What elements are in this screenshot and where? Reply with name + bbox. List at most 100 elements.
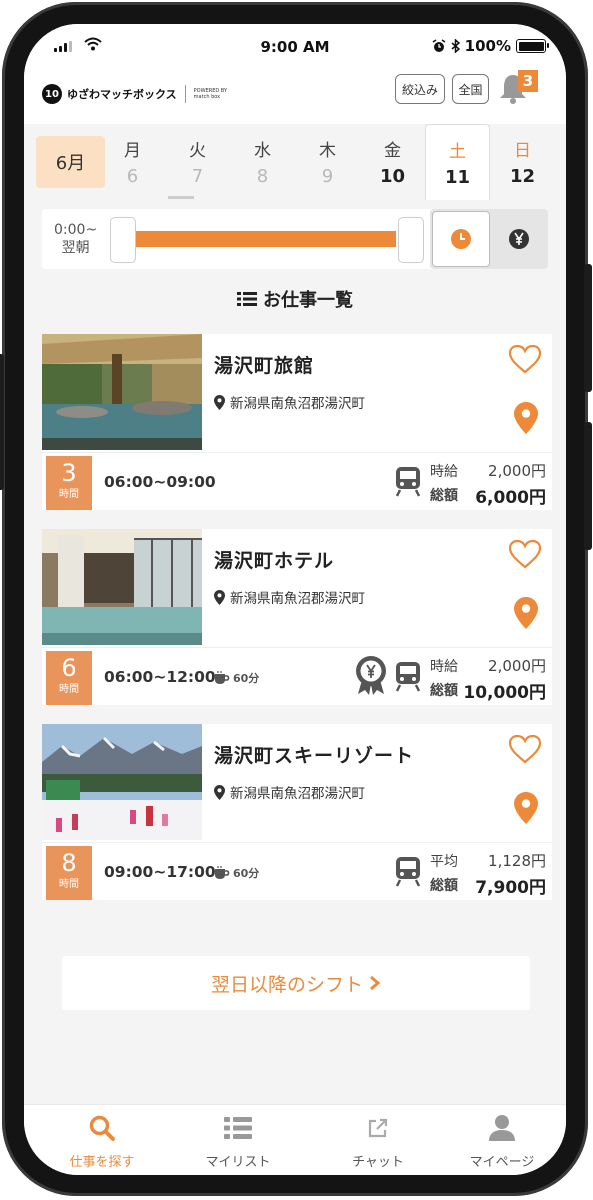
app-logo[interactable]: 10 ゆざわマッチボックス POWERED BY match box [42,84,232,104]
train-icon [395,467,421,497]
day-weekday: 木 [319,141,336,161]
job-address: 新潟県南魚沼郡湯沢町 [214,587,365,607]
sort-by-pay-button[interactable] [492,211,546,267]
pay-info: 時給 2,000円 総額 6,000円 [430,459,546,508]
job-address-text: 新潟県南魚沼郡湯沢町 [230,396,365,412]
favorite-heart-icon[interactable] [508,539,542,569]
job-card[interactable]: 湯沢町ホテル 新潟県南魚沼郡湯沢町 6 時間 06:00~12:00 60分 時… [42,529,552,705]
hours-unit: 時間 [59,879,79,890]
sort-by-time-button[interactable] [432,211,490,267]
favorite-heart-icon[interactable] [508,734,542,764]
hours-number: 3 [61,459,77,487]
time-label-start: 0:00~ [54,222,98,238]
rate-value: 2,000円 [488,462,546,480]
time-label-end: 翌朝 [61,240,90,256]
external-link-icon [368,1118,388,1138]
map-pin-icon[interactable] [514,597,538,629]
pay-info: 時給 2,000円 総額 10,000円 [430,654,546,703]
day-thu[interactable]: 木 9 [295,124,360,200]
day-tue[interactable]: 火 7 [165,124,230,200]
day-wed[interactable]: 水 8 [230,124,295,200]
phone-frame: 9:00 AM 100% 10 ゆざわマッチボックス POWERED BY ma… [0,2,592,1196]
rate-value: 2,000円 [488,657,546,675]
day-mon[interactable]: 月 6 [100,124,165,200]
day-number: 9 [321,166,334,187]
day-weekday: 日 [514,141,531,161]
filter-button[interactable]: 絞込み [395,74,445,104]
job-address-text: 新潟県南魚沼郡湯沢町 [230,591,365,607]
user-icon [489,1115,515,1141]
tab-label: 仕事を探す [69,1155,135,1170]
map-pin-icon[interactable] [514,402,538,434]
logo-mark: 10 [42,84,62,104]
pay-info: 平均 1,128円 総額 7,900円 [430,849,546,898]
shift-time: 09:00~17:00 [104,863,216,881]
total-value: 10,000円 [463,683,546,703]
job-card[interactable]: 湯沢町スキーリゾート 新潟県南魚沼郡湯沢町 8 時間 09:00~17:00 6… [42,724,552,900]
job-details-row: 3 時間 06:00~09:00 時給 2,000円 総額 6,000円 [42,452,552,510]
map-pin-icon[interactable] [514,792,538,824]
bluetooth-icon [451,39,460,53]
tab-search-jobs[interactable]: 仕事を探す [42,1113,162,1170]
time-slider-track[interactable] [136,231,396,247]
status-bar: 9:00 AM 100% [24,24,566,70]
train-icon [395,857,421,887]
day-weekday: 火 [189,141,206,161]
shift-time: 06:00~12:00 [104,668,216,686]
day-number: 11 [444,167,471,188]
time-slider-min-handle[interactable] [110,217,136,263]
day-weekday: 金 [384,141,401,161]
logo-powered-by: POWERED BY match box [193,88,228,100]
location-pin-icon [214,589,225,605]
volume-up-button [584,264,592,392]
break-time: 60分 [214,865,259,881]
tab-my-list[interactable]: マイリスト [178,1113,298,1170]
side-button-left [0,354,4,490]
favorite-heart-icon[interactable] [508,344,542,374]
location-pin-icon [214,784,225,800]
job-card[interactable]: 湯沢町旅館 新潟県南魚沼郡湯沢町 3 時間 06:00~09:00 時給 2,0… [42,334,552,510]
job-photo-onsen [42,334,202,450]
hours-badge: 8 時間 [46,846,92,900]
tab-label: マイリスト [205,1155,271,1170]
day-fri[interactable]: 金 10 [360,124,425,200]
total-label: 総額 [430,488,458,504]
yen-icon [509,229,529,249]
coffee-cup-icon [215,671,230,684]
tab-chat[interactable]: チャット [318,1113,438,1170]
day-weekday: 月 [124,141,141,161]
rate-label: 時給 [430,464,458,480]
job-details-row: 6 時間 06:00~12:00 60分 時給 2,000円 総額 10,000… [42,647,552,705]
scroll-indicator [168,196,194,199]
job-title: 湯沢町ホテル [214,550,335,572]
app-header: 10 ゆざわマッチボックス POWERED BY match box 絞込み 全… [24,70,566,124]
hours-number: 8 [61,849,77,877]
clock-icon [451,229,471,249]
notification-badge: 3 [518,70,538,92]
job-title: 湯沢町旅館 [214,355,315,377]
job-photo-hotel-bath [42,529,202,645]
hours-badge: 3 時間 [46,456,92,510]
battery-percent: 100% [464,37,511,55]
time-range-label: 0:00~ 翌朝 [54,221,97,257]
tab-label: マイページ [469,1155,535,1170]
break-time: 60分 [214,670,259,686]
app-screen: 9:00 AM 100% 10 ゆざわマッチボックス POWERED BY ma… [24,24,566,1175]
day-weekday: 土 [449,142,466,162]
region-button[interactable]: 全国 [452,74,489,104]
alarm-icon [432,39,446,52]
day-sun[interactable]: 日 12 [490,124,555,200]
shift-time: 06:00~09:00 [104,473,216,491]
search-icon [89,1115,115,1141]
coffee-cup-icon [215,866,230,879]
day-number: 12 [509,166,536,187]
sort-toggle [430,209,548,269]
day-sat[interactable]: 土 11 [425,124,490,200]
break-duration: 60分 [233,867,260,880]
job-address-text: 新潟県南魚沼郡湯沢町 [230,786,365,802]
next-day-shifts-button[interactable]: 翌日以降のシフト [62,956,530,1010]
tab-my-page[interactable]: マイページ [442,1113,562,1170]
time-slider-max-handle[interactable] [398,217,424,263]
job-address: 新潟県南魚沼郡湯沢町 [214,782,365,802]
hours-unit: 時間 [59,684,79,695]
